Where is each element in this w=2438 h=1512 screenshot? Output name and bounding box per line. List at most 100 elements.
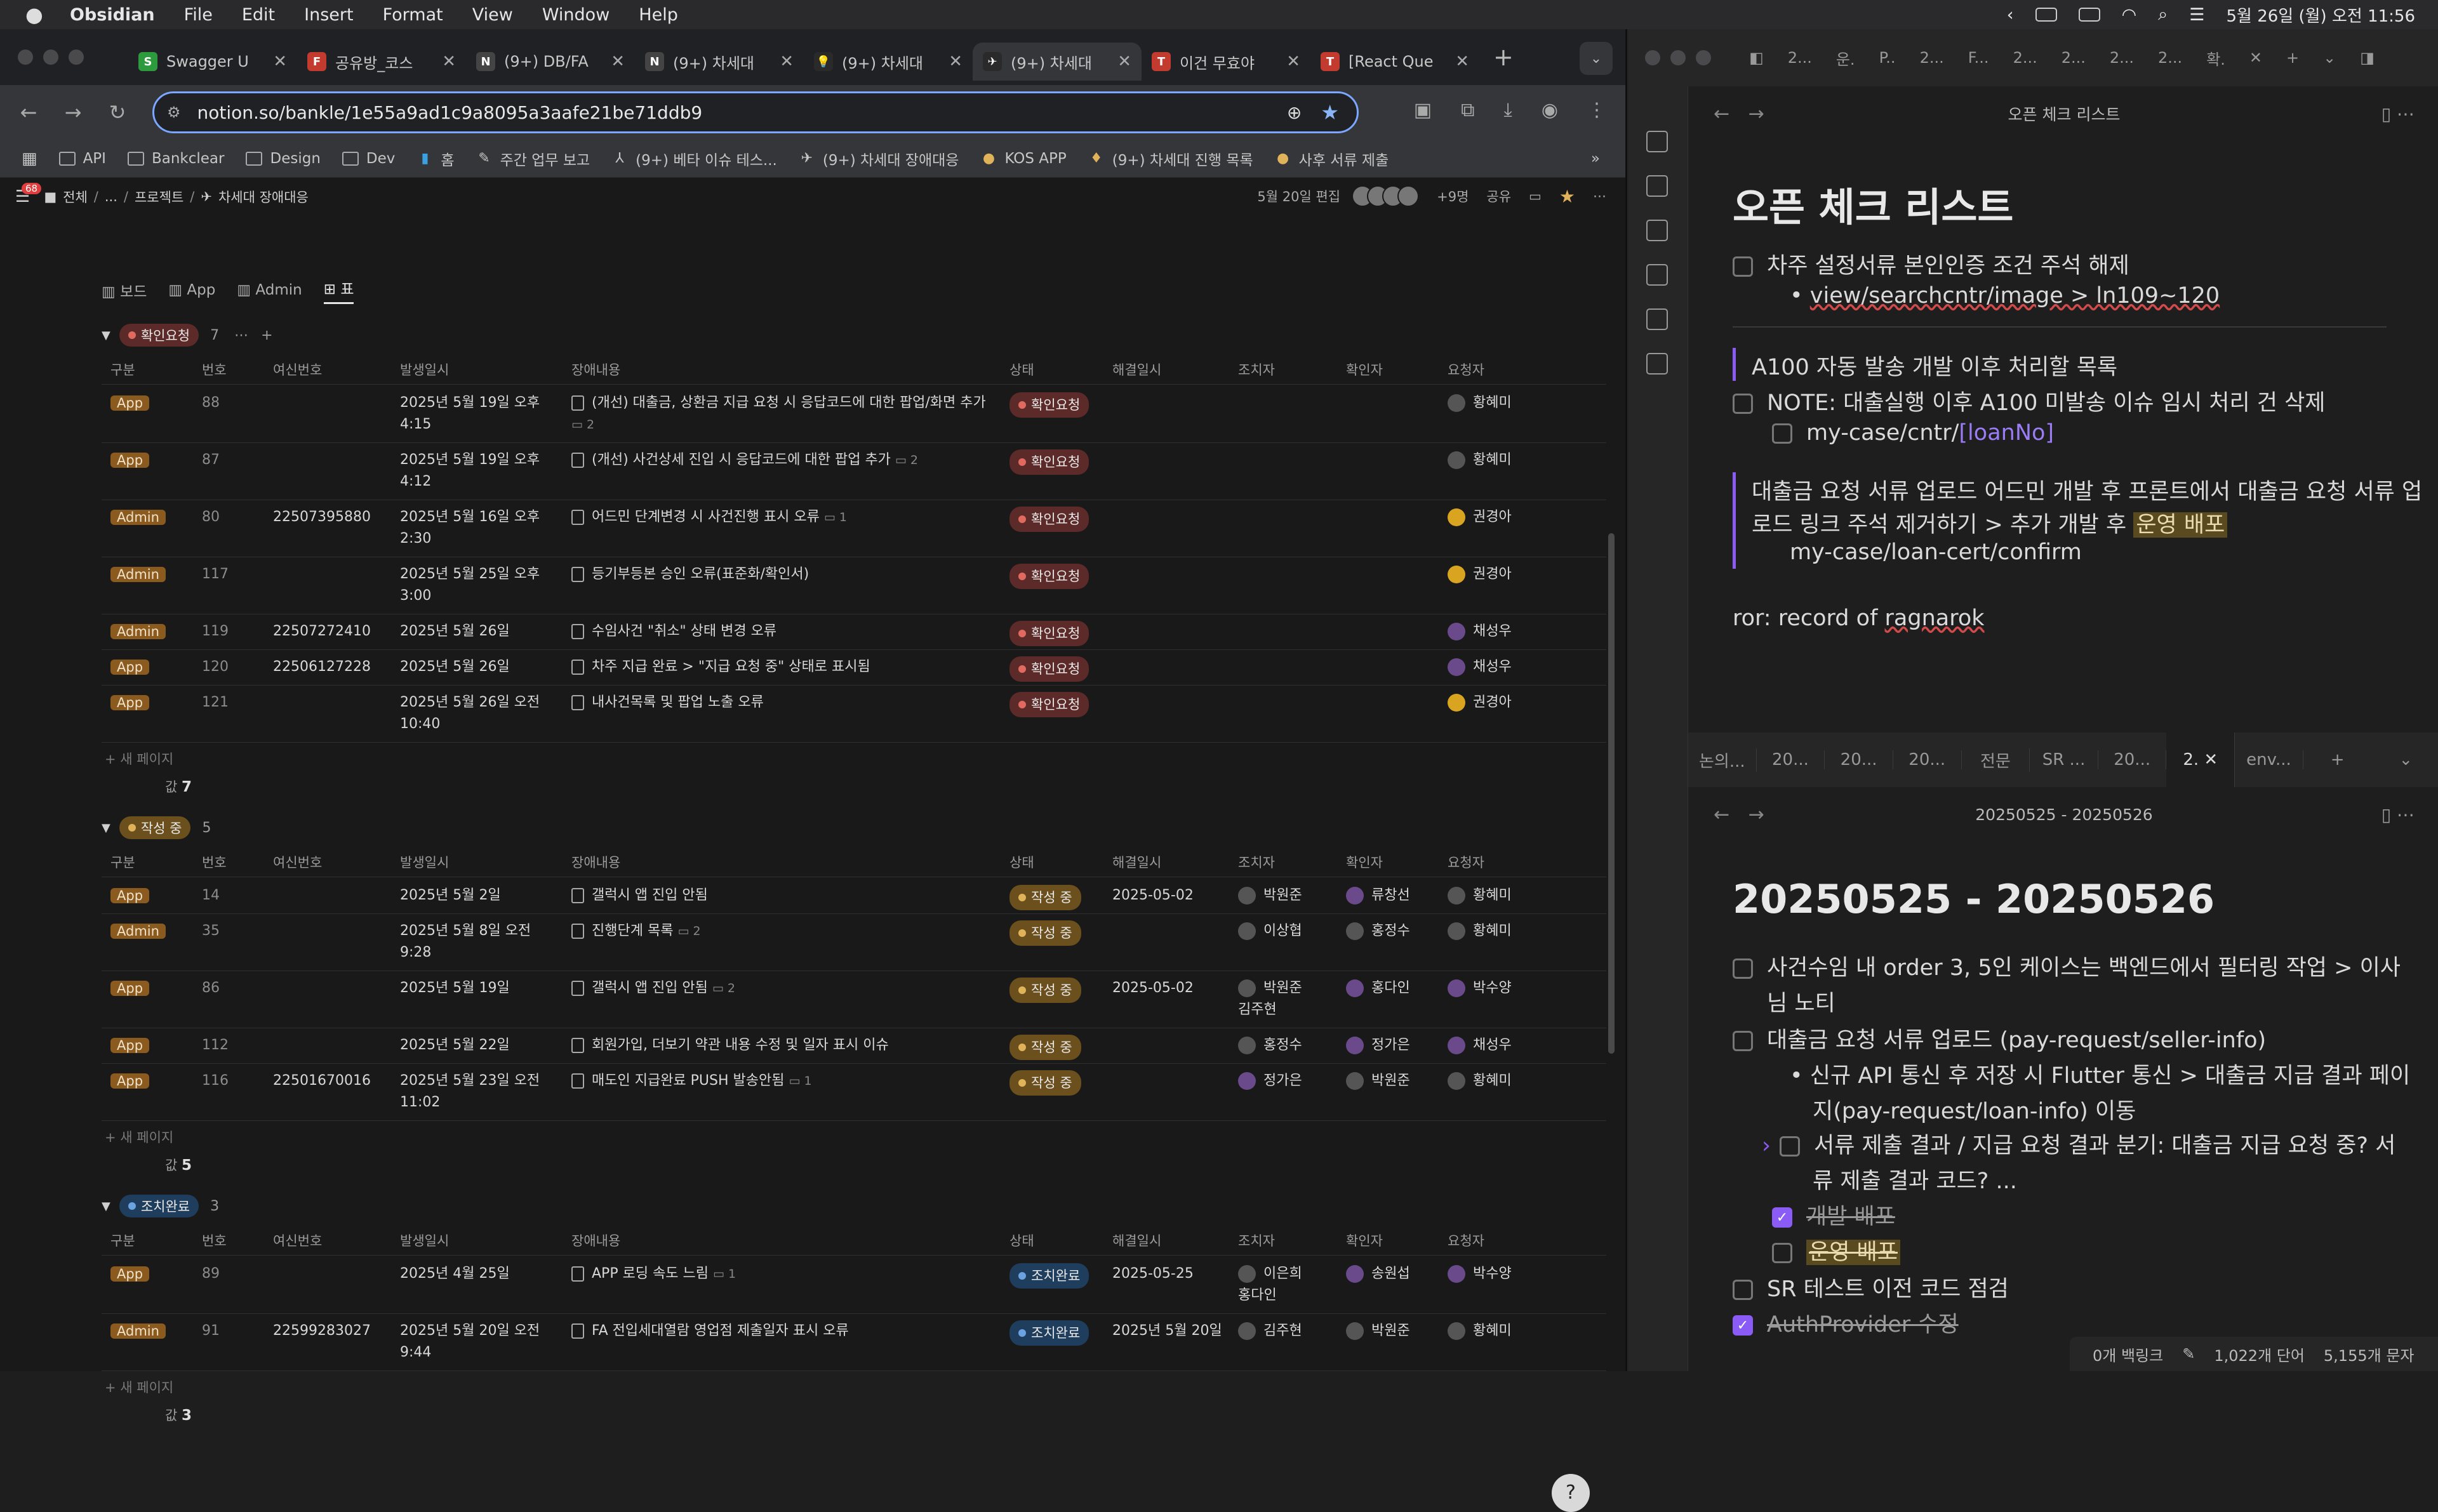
bookmark-postdocs[interactable]: ● 사후 서류 제출 (1275, 148, 1389, 169)
column-header[interactable]: 요청자 (1448, 360, 1484, 379)
obs-tab[interactable]: 2... (2062, 49, 2086, 67)
column-header[interactable]: 확인자 (1346, 1231, 1383, 1250)
obs-tab[interactable]: 전문 (1962, 748, 2030, 772)
copy-icon[interactable] (1646, 308, 1668, 330)
issue-title[interactable]: 내사건목록 및 팝업 노출 오류 (592, 694, 764, 710)
column-header[interactable]: 장애내용 (571, 360, 620, 379)
table-row[interactable]: Admin 117 2025년 5월 25일 오후 3:00 등기부등본 승인 오류(… (102, 557, 1606, 614)
new-page-button[interactable]: + 새 페이지 (105, 749, 173, 768)
close-tab-icon[interactable]: ✕ (442, 52, 456, 71)
edited-label[interactable]: 5월 20일 편집 (1257, 187, 1340, 206)
status-pill[interactable]: 확인요청 (1009, 656, 1089, 682)
menu-view[interactable]: View (472, 5, 513, 25)
status-pill[interactable]: 확인요청 (1009, 392, 1089, 418)
column-header[interactable]: 발생일시 (400, 360, 449, 379)
help-button[interactable]: ? (1552, 1474, 1590, 1512)
caret-down-icon[interactable]: ▼ (102, 1200, 110, 1213)
checkbox[interactable] (1733, 394, 1753, 414)
url-text[interactable]: notion.so/bankle/1e55a9ad1c9a8095a3aafe2… (197, 102, 1287, 123)
new-tab-icon[interactable]: + (2286, 49, 2299, 67)
backlinks-count[interactable]: 0개 백링크 (2093, 1343, 2163, 1365)
close-tab-icon[interactable]: ✕ (1455, 52, 1469, 71)
obs-tab[interactable]: 확. (2206, 47, 2225, 69)
column-header[interactable]: 확인자 (1346, 852, 1383, 872)
bookmark-star-icon[interactable]: ★ (1321, 100, 1339, 124)
column-header[interactable]: 확인자 (1346, 360, 1383, 379)
new-page-button[interactable]: + 새 페이지 (105, 1127, 173, 1146)
column-header[interactable]: 조치자 (1238, 360, 1275, 379)
status-pill[interactable]: 확인요청 (1009, 507, 1089, 532)
caret-down-icon[interactable]: ▼ (102, 329, 110, 342)
browser-tab[interactable]: N (9+) 차세대 ✕ (635, 43, 804, 81)
bookmark-bankclear[interactable]: Bankclear (127, 150, 224, 167)
menu-insert[interactable]: Insert (304, 5, 353, 25)
column-header[interactable]: 해결일시 (1112, 1231, 1161, 1250)
battery-icon[interactable] (2035, 8, 2057, 22)
todo-item[interactable]: 차주 설정서류 본인인증 조건 주석 해제 (1733, 248, 2129, 280)
issue-title[interactable]: (개선) 사건상세 진입 시 응답코드에 대한 팝업 추가 (592, 452, 891, 468)
status-pill[interactable]: 작성 중 (1009, 920, 1081, 946)
extensions-icon[interactable]: ⧉ (1461, 99, 1474, 121)
bookmark-kos[interactable]: ● KOS APP (980, 150, 1067, 167)
wifi-icon[interactable]: ◠ (2122, 5, 2137, 25)
menu-file[interactable]: File (184, 5, 213, 25)
checkbox-checked[interactable]: ✓ (1772, 1207, 1792, 1228)
pane-menu-icon[interactable]: ▯ ⋯ (2381, 103, 2415, 124)
browser-tab[interactable]: T [React Que ✕ (1310, 43, 1479, 81)
todo-item[interactable]: 대출금 요청 서류 업로드 (pay-request/seller-info) (1733, 1022, 2266, 1054)
table-row[interactable]: Admin 119 22507272410 2025년 5월 26일 수임사건 "취소"… (102, 614, 1606, 650)
chevron-down-icon[interactable]: ⌄ (2371, 750, 2438, 769)
tab-admin[interactable]: ▥ Admin (237, 282, 302, 298)
checkbox[interactable] (1733, 958, 1753, 979)
obs-tab[interactable]: env... (2235, 750, 2303, 769)
status-pill[interactable]: 작성 중 (1009, 978, 1081, 1003)
close-tab-icon[interactable]: ✕ (1286, 52, 1300, 71)
more-people[interactable]: +9명 (1437, 187, 1469, 206)
issue-title[interactable]: (개선) 대출금, 상환금 지급 요청 시 응답코드에 대한 팝업/화면 추가 (592, 395, 986, 411)
menu-window[interactable]: Window (542, 5, 610, 25)
bookmark-api[interactable]: API (58, 150, 106, 167)
issue-title[interactable]: 회원가입, 더보기 약관 내용 수정 및 일자 표시 이슈 (592, 1037, 889, 1053)
table-row[interactable]: App 88 2025년 5월 19일 오후 4:15 (개선) 대출금, 상환금 지… (102, 386, 1606, 443)
obs-tab[interactable]: 2... (1920, 49, 1944, 67)
bookmark-beta[interactable]: ⅄ (9+) 베타 이슈 테스... (611, 148, 776, 169)
site-info-icon[interactable]: ⚙ (167, 103, 181, 121)
profile-icon[interactable]: ◉ (1542, 99, 1558, 121)
close-tab-icon[interactable]: ✕ (1117, 52, 1131, 71)
file-icon[interactable] (1646, 131, 1668, 152)
column-header[interactable]: 구분 (110, 360, 135, 379)
comment-icon[interactable]: ▭ (1529, 189, 1542, 204)
column-header[interactable]: 발생일시 (400, 1231, 449, 1250)
keyboard-icon[interactable] (2078, 8, 2100, 22)
camera-icon[interactable]: ▣ (1414, 99, 1432, 121)
table-row[interactable]: App 14 2025년 5월 2일 갤럭시 앱 진입 안됨 작성 중 2025-05-0… (102, 879, 1606, 914)
breadcrumb-current[interactable]: 차세대 장애대응 (218, 187, 309, 206)
checkbox[interactable] (1733, 1280, 1753, 1300)
obs-tab[interactable]: 운. (1836, 47, 1855, 69)
status-pill[interactable]: 작성 중 (1009, 885, 1081, 910)
table-row[interactable]: Admin 35 2025년 5월 8일 오전 9:28 진행단계 목록 ▭ 2 작성 … (102, 914, 1606, 971)
table-row[interactable]: App 121 2025년 5월 26일 오전 10:40 내사건목록 및 팝업 노출… (102, 686, 1606, 743)
caret-down-icon[interactable]: ▼ (102, 821, 110, 835)
issue-title[interactable]: 차주 지급 완료 > "지급 요청 중" 상태로 표시됨 (592, 659, 870, 675)
breadcrumb-all[interactable]: 전체 (63, 187, 88, 206)
table-row[interactable]: App 87 2025년 5월 19일 오후 4:12 (개선) 사건상세 진입 시 … (102, 443, 1606, 500)
checkbox[interactable] (1780, 1136, 1800, 1157)
word-count[interactable]: 1,022개 단어 (2214, 1343, 2305, 1365)
checkbox[interactable] (1733, 1031, 1753, 1051)
bookmark-home[interactable]: ▮ 홈 (416, 148, 454, 169)
status-pill[interactable]: 작성 중 (1009, 1035, 1081, 1060)
bookmarks-overflow-icon[interactable]: » (1591, 150, 1600, 167)
breadcrumb-project[interactable]: 프로젝트 (135, 187, 183, 206)
obs-tab[interactable]: SR ... (2030, 750, 2098, 769)
browser-tab[interactable]: N (9+) DB/FA ✕ (466, 43, 635, 81)
obs-tab[interactable]: 논의... (1688, 748, 1757, 772)
issue-title[interactable]: 어드민 단계변경 시 사건진행 표시 오류 (592, 509, 820, 525)
group-header[interactable]: ▼ 확인요청 7 ⋯ + (102, 324, 273, 347)
browser-tab[interactable]: F 공유방_코스 ✕ (297, 43, 466, 81)
column-header[interactable]: 조치자 (1238, 1231, 1275, 1250)
menu-help[interactable]: Help (639, 5, 678, 25)
column-header[interactable]: 해결일시 (1112, 852, 1161, 872)
control-center-icon[interactable]: ☰ (2189, 5, 2204, 25)
new-tab-button[interactable]: + (1493, 43, 1514, 71)
